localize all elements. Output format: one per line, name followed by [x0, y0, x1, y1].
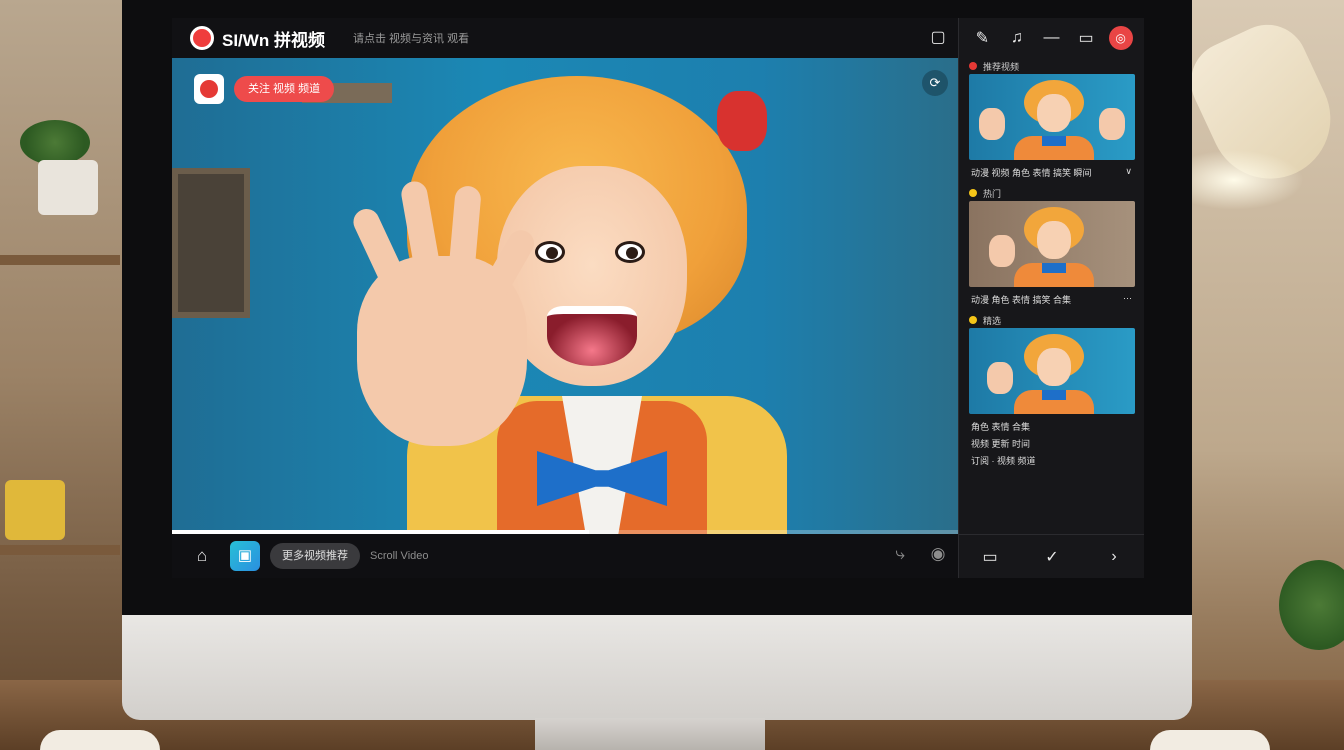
app-subtitle: 请点击 视频与资讯 观看: [352, 33, 470, 45]
thumbs-up-icon[interactable]: ✓: [1040, 547, 1064, 567]
list-item[interactable]: 推荐视频 动漫 视频 角色 表情 搞笑 瞬间 ∨: [969, 58, 1135, 179]
rec-tag-row: 精选: [969, 312, 1134, 328]
rec-title-row: 角色 表情 合集: [969, 414, 1134, 433]
tag-dot-icon: [969, 316, 977, 324]
character-eye: [615, 241, 645, 263]
player-controls: ⌂ ▣ 更多视频推荐 Scroll Video ⤷ ◉: [172, 534, 958, 578]
room-left-background: [0, 0, 130, 750]
cup: [40, 730, 160, 750]
thumb-bow: [1042, 390, 1066, 400]
sidebar-actions: ▭ ✓ ›: [959, 534, 1144, 578]
rec-title: 角色 表情 合集: [971, 422, 1031, 432]
app-window: SI/Wn 拼视频 请点击 视频与资讯 观看 ▢ 关注 视频 频道 ⟳ ⌂ ▣ …: [172, 18, 1144, 578]
thumb-hand: [987, 362, 1013, 394]
user-avatar-icon[interactable]: ◎: [1108, 26, 1133, 50]
thumb-face: [1037, 348, 1071, 386]
home-icon[interactable]: ⌂: [190, 546, 214, 566]
thumb-bow: [1042, 263, 1066, 273]
video-player[interactable]: 关注 视频 频道 ⟳: [172, 58, 958, 534]
plant-pot: [38, 160, 98, 215]
recommendation-sidebar: ✎ ♫ — ▭ ◎ 推荐视频 动漫 视频 角色 表情 搞笑 瞬间 ∨ 热门 动漫…: [958, 18, 1144, 578]
video-character: [347, 66, 807, 534]
play-circle-icon[interactable]: ◉: [926, 544, 950, 564]
rec-tag: 推荐视频: [983, 61, 1020, 72]
bowl: [5, 480, 65, 540]
rec-title-row: 动漫 视频 角色 表情 搞笑 瞬间 ∨: [969, 160, 1134, 179]
character-hair-bow: [717, 91, 767, 151]
refresh-icon[interactable]: ⟳: [922, 70, 948, 96]
list-item[interactable]: 精选 角色 表情 合集 视频 更新 时间 订阅 · 视频 频道: [969, 312, 1135, 467]
tag-dot-icon: [969, 189, 977, 197]
tag-dot-icon: [969, 62, 977, 70]
rec-tag: 精选: [983, 315, 1002, 326]
shelf: [0, 545, 120, 555]
cup: [1150, 730, 1270, 750]
character-eye: [535, 241, 565, 263]
more-icon[interactable]: ⋯: [1123, 293, 1132, 306]
thumb-hand: [979, 108, 1005, 140]
thumb-hand: [1099, 108, 1125, 140]
monitor-stand: [535, 718, 765, 750]
recommendation-list: 推荐视频 动漫 视频 角色 表情 搞笑 瞬间 ∨ 热门 动漫 角色 表情 搞笑 …: [959, 58, 1144, 467]
plant-icon: [1279, 560, 1344, 650]
pencil-icon[interactable]: ✎: [970, 28, 994, 48]
minimize-icon[interactable]: —: [1039, 29, 1063, 47]
rec-tag-row: 推荐视频: [969, 58, 1134, 74]
video-thumbnail[interactable]: [969, 201, 1135, 287]
character-mouth: [547, 306, 637, 366]
share-icon[interactable]: ⤷: [888, 544, 912, 564]
channel-logo-icon[interactable]: [194, 74, 224, 104]
app-logo-icon[interactable]: [190, 26, 214, 50]
rec-tag: 热门: [983, 188, 1002, 199]
video-thumbnail[interactable]: [969, 328, 1135, 414]
top-bar: SI/Wn 拼视频 请点击 视频与资讯 观看 ▢: [172, 18, 958, 58]
bell-icon[interactable]: ♫: [1005, 29, 1029, 47]
app-brand: SI/Wn 拼视频: [222, 30, 325, 50]
room-right-background: [1164, 0, 1344, 750]
thumb-bow: [1042, 136, 1066, 146]
subscribe-button[interactable]: 关注 视频 频道: [234, 76, 335, 102]
rec-tag-row: 热门: [969, 185, 1134, 201]
shelf: [0, 255, 120, 265]
chevron-down-icon[interactable]: ∨: [1125, 166, 1132, 179]
monitor-chin: [122, 615, 1192, 720]
comment-icon[interactable]: ▭: [978, 547, 1002, 567]
character-finger: [349, 204, 411, 298]
rec-title-row: 动漫 角色 表情 搞笑 合集 ⋯: [969, 287, 1134, 306]
rec-title: 动漫 视频 角色 表情 搞笑 瞬间: [971, 168, 1092, 178]
controls-right-group: ⤷ ◉: [888, 544, 950, 564]
video-thumbnail[interactable]: [969, 74, 1135, 160]
thumb-face: [1037, 94, 1071, 132]
channel-header: 关注 视频 频道: [194, 74, 335, 104]
list-item[interactable]: 热门 动漫 角色 表情 搞笑 合集 ⋯: [969, 185, 1135, 306]
window-icon[interactable]: ▭: [1074, 28, 1098, 48]
thumb-face: [1037, 221, 1071, 259]
sidebar-toolbar: ✎ ♫ — ▭ ◎: [959, 18, 1144, 58]
controls-caption: Scroll Video: [370, 550, 429, 562]
rec-meta: 订阅 · 视频 频道: [971, 456, 1036, 466]
window-icon[interactable]: ▢: [926, 26, 950, 50]
thumb-hand: [989, 235, 1015, 267]
character-hand: [349, 179, 539, 446]
more-videos-chip[interactable]: 更多视频推荐: [270, 543, 360, 569]
plant-icon: [20, 120, 90, 165]
rec-title: 动漫 角色 表情 搞笑 合集: [971, 295, 1072, 305]
gallery-icon[interactable]: ▣: [230, 541, 260, 571]
forward-icon[interactable]: ›: [1102, 548, 1126, 566]
rec-meta: 视频 更新 时间: [971, 439, 1031, 449]
video-background-frame: [172, 168, 250, 318]
